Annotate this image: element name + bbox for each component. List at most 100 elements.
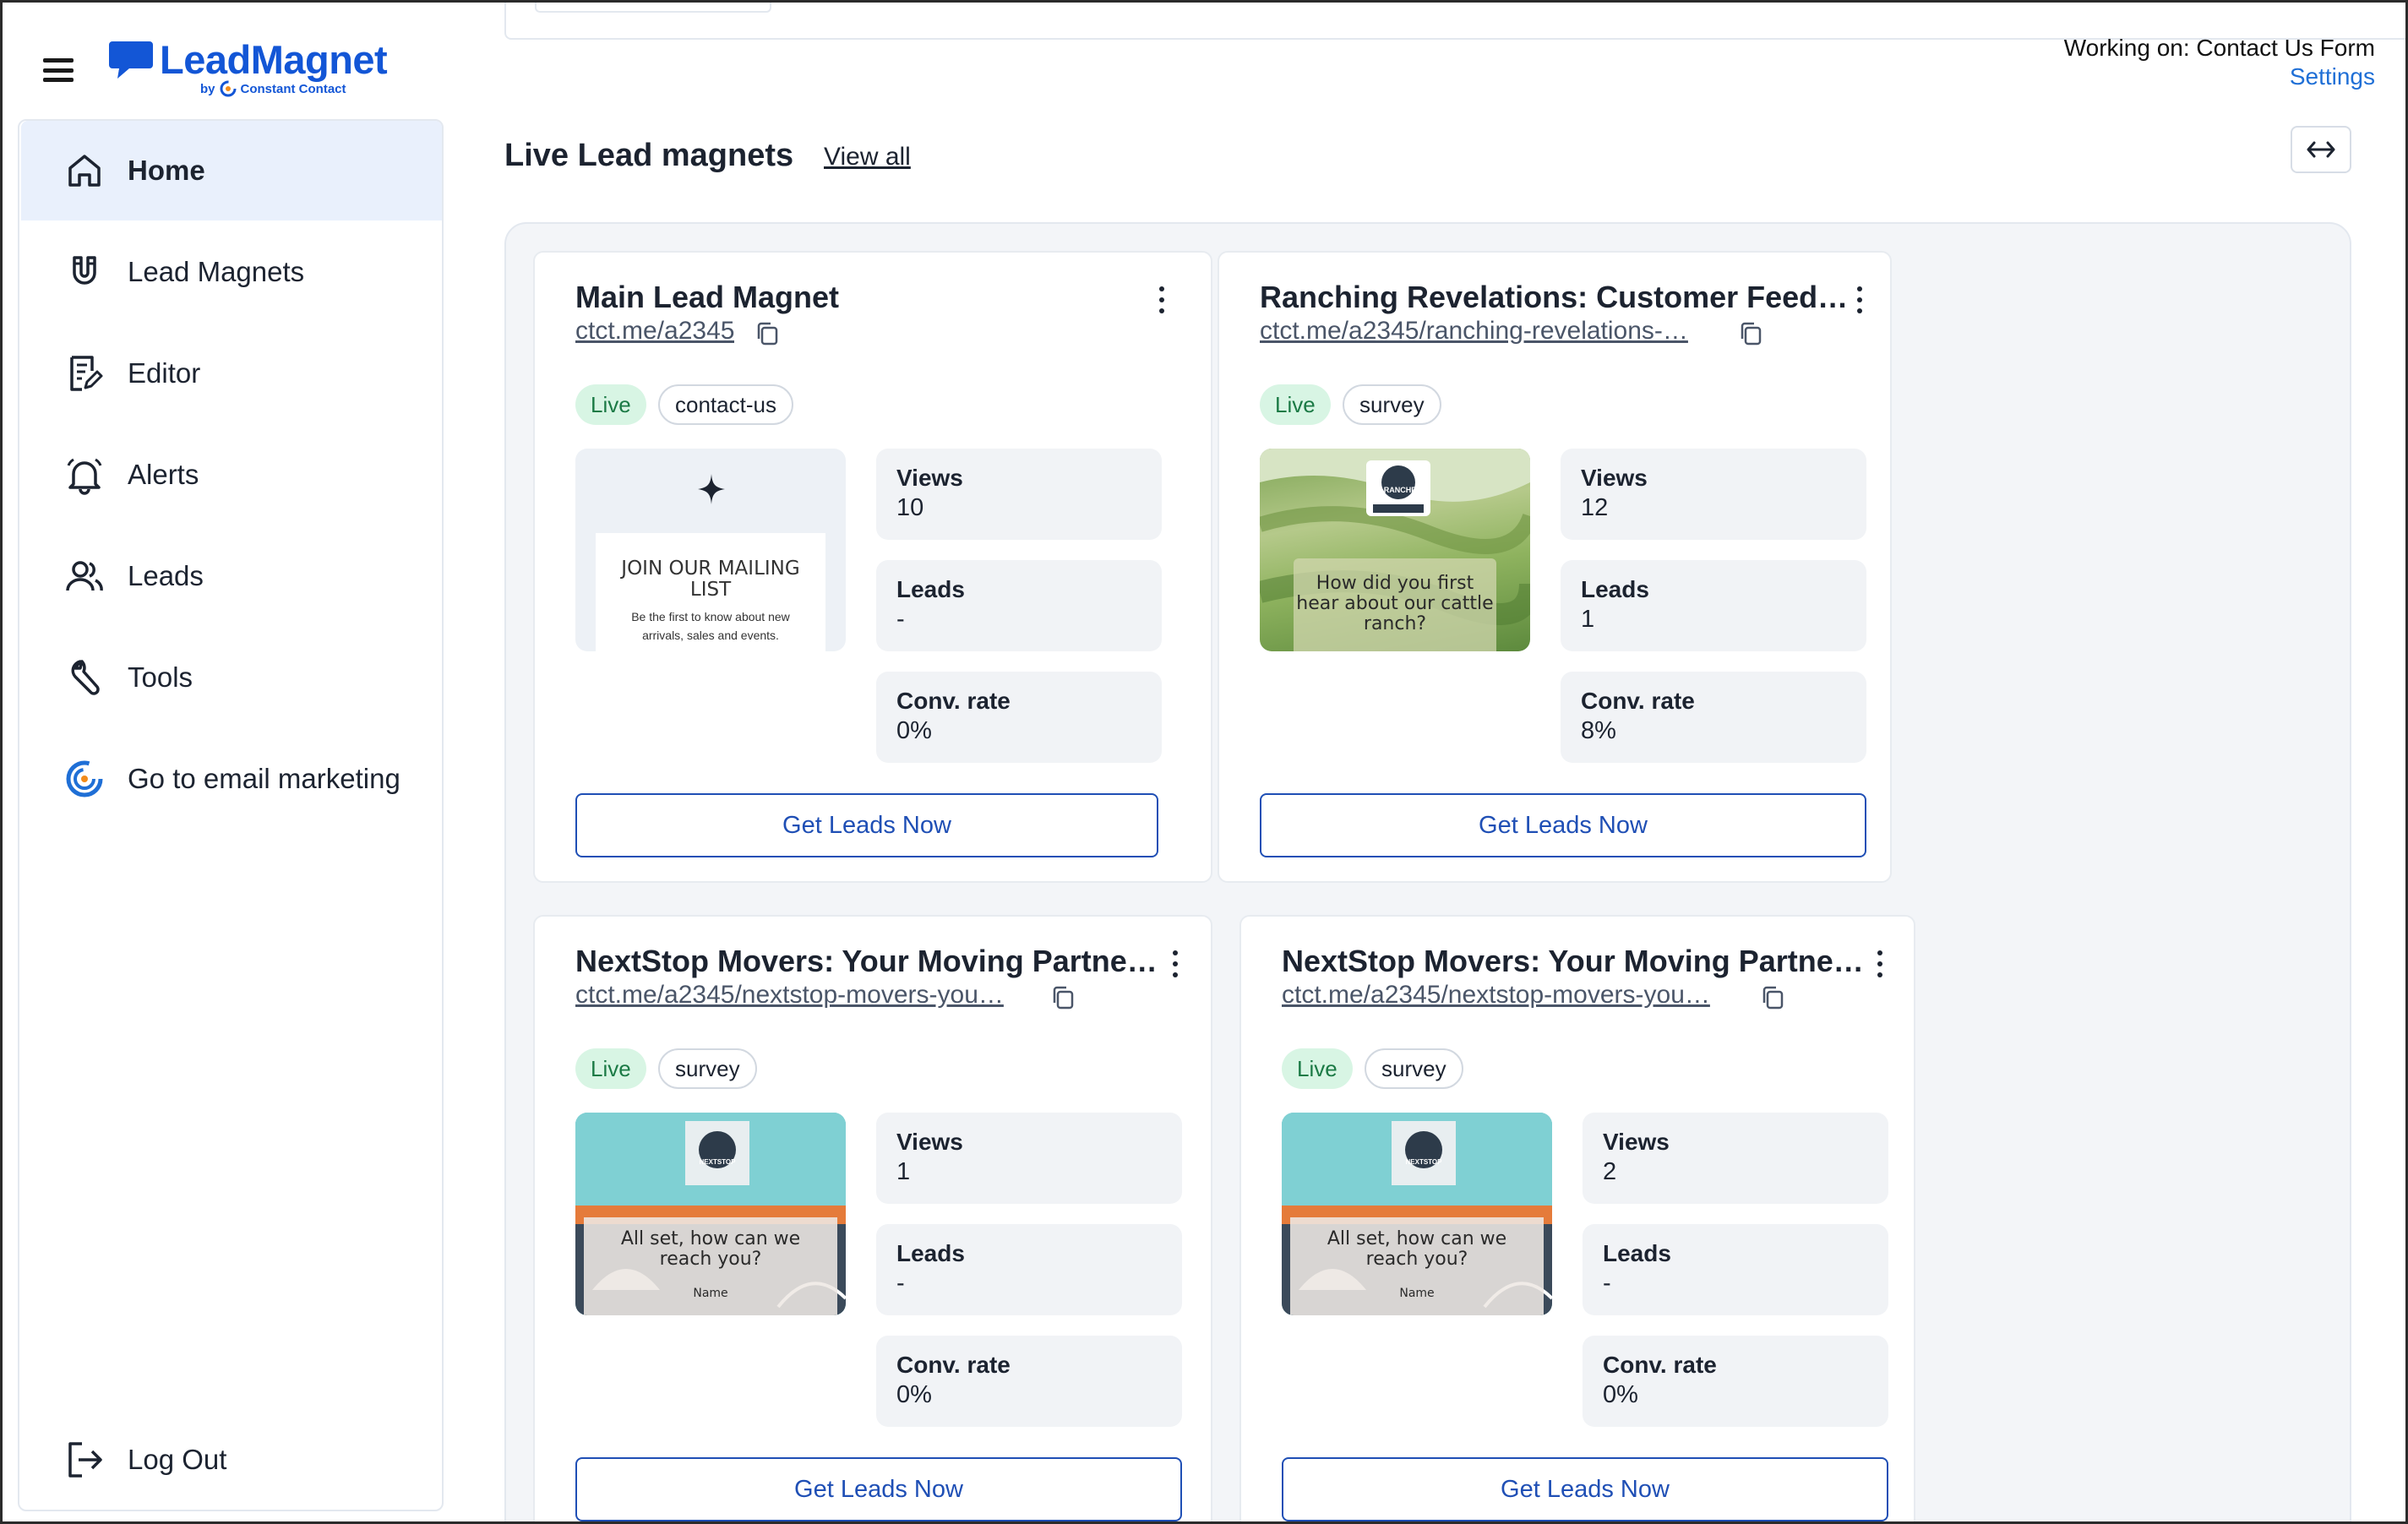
stat-label: Leads xyxy=(1603,1240,1671,1266)
users-icon xyxy=(66,561,103,591)
thumbnail-subtext: Be the first to know about new arrivals,… xyxy=(631,610,790,642)
top-tab-edge xyxy=(535,3,771,13)
sidebar-item-alerts[interactable]: Alerts xyxy=(21,425,442,525)
app-window: LeadMagnet by Constant Contact Home Lead… xyxy=(0,0,2408,1524)
sidebar-item-label: Tools xyxy=(128,661,193,693)
thumbnail-question: How did you first hear about our cattle … xyxy=(1294,558,1496,651)
views-stat: Views 12 xyxy=(1561,449,1866,540)
chat-bubble-logo-icon xyxy=(109,41,153,79)
card-title[interactable]: Main Lead Magnet xyxy=(575,280,1150,315)
conv-rate-stat: Conv. rate 0% xyxy=(1583,1336,1888,1427)
card-link[interactable]: ctct.me/a2345/ranching-revelations-… xyxy=(1260,317,1688,346)
leads-stat: Leads - xyxy=(1583,1224,1888,1315)
sidebar-item-label: Editor xyxy=(128,357,201,389)
sidebar-item-home[interactable]: Home xyxy=(21,121,442,220)
brand-partner: by Constant Contact xyxy=(200,80,346,97)
hamburger-menu-icon[interactable] xyxy=(43,58,74,82)
constant-contact-icon xyxy=(66,760,103,797)
stat-label: Conv. rate xyxy=(1581,688,1695,714)
brand-name: LeadMagnet xyxy=(160,37,388,82)
logout-label: Log Out xyxy=(128,1444,227,1475)
thumbnail-question: All set, how can we reach you? Name xyxy=(584,1217,837,1315)
status-badge: Live xyxy=(1282,1048,1353,1089)
expand-arrows-icon xyxy=(2307,141,2335,158)
lead-magnet-card: Main Lead Magnet ctct.me/a2345 Live cont… xyxy=(533,251,1212,883)
type-badge: contact-us xyxy=(658,384,793,425)
sidebar-item-label: Home xyxy=(128,155,205,186)
card-title[interactable]: Ranching Revelations: Customer Feed… xyxy=(1260,280,1851,315)
card-link[interactable]: ctct.me/a2345/nextstop-movers-you… xyxy=(1282,981,1710,1010)
conv-rate-stat: Conv. rate 0% xyxy=(876,672,1162,763)
logout-icon xyxy=(68,1442,102,1478)
sparkle-icon xyxy=(698,474,725,504)
stat-label: Views xyxy=(896,1129,963,1155)
card-thumbnail[interactable]: RANCHE How did you first hear about our … xyxy=(1260,449,1530,651)
sidebar-item-label: Lead Magnets xyxy=(128,256,305,287)
status-badge: Live xyxy=(575,384,646,425)
thumbnail-field-label: Name xyxy=(1399,1287,1435,1300)
thumbnail-field-label: Name xyxy=(693,1287,728,1300)
logout-button[interactable]: Log Out xyxy=(21,1410,442,1510)
expand-button[interactable] xyxy=(2291,126,2351,173)
thumbnail-question-text: All set, how can we reach you? xyxy=(620,1228,801,1270)
thumbnail-logo-text: RANCHE xyxy=(1383,486,1417,494)
home-icon xyxy=(68,155,101,187)
sidebar-item-label: Leads xyxy=(128,560,204,591)
page-title: Live Lead magnets xyxy=(504,138,794,173)
type-badge: survey xyxy=(658,1048,757,1089)
leads-stat: Leads 1 xyxy=(1561,560,1866,651)
thumbnail-logo-text: NEXTSTOP xyxy=(699,1158,736,1166)
get-leads-now-button[interactable]: Get Leads Now xyxy=(1282,1457,1888,1521)
conv-rate-stat: Conv. rate 0% xyxy=(876,1336,1182,1427)
sidebar-item-lead-magnets[interactable]: Lead Magnets xyxy=(21,222,442,322)
sidebar-item-leads[interactable]: Leads xyxy=(21,526,442,626)
get-leads-now-button[interactable]: Get Leads Now xyxy=(575,793,1158,857)
type-badge: survey xyxy=(1343,384,1441,425)
stat-label: Leads xyxy=(896,576,965,602)
status-badge: Live xyxy=(1260,384,1331,425)
sidebar-item-editor[interactable]: Editor xyxy=(21,324,442,423)
stat-value: - xyxy=(896,1270,905,1297)
brand-logo[interactable]: LeadMagnet by Constant Contact xyxy=(107,36,411,101)
stat-value: 12 xyxy=(1581,494,1609,521)
stat-label: Leads xyxy=(896,1240,965,1266)
sidebar-item-tools[interactable]: Tools xyxy=(21,628,442,727)
card-title[interactable]: NextStop Movers: Your Moving Partne… xyxy=(1282,944,1865,979)
working-on-label: Working on: Contact Us Form xyxy=(2063,35,2375,61)
settings-link[interactable]: Settings xyxy=(2290,63,2375,90)
stat-value: - xyxy=(896,606,905,633)
copy-icon[interactable] xyxy=(755,320,780,347)
views-stat: Views 2 xyxy=(1583,1113,1888,1204)
get-leads-now-button[interactable]: Get Leads Now xyxy=(575,1457,1182,1521)
sidebar-item-label: Go to email marketing xyxy=(128,763,400,794)
card-link[interactable]: ctct.me/a2345 xyxy=(575,317,734,346)
stat-value: 1 xyxy=(896,1158,911,1185)
magnet-icon xyxy=(73,256,96,285)
views-stat: Views 1 xyxy=(876,1113,1182,1204)
copy-icon[interactable] xyxy=(1050,984,1076,1011)
bell-icon xyxy=(67,458,102,495)
card-thumbnail[interactable]: NEXTSTOP All set, how can we reach you? … xyxy=(575,1113,846,1315)
copy-icon[interactable] xyxy=(1738,320,1763,347)
copy-icon[interactable] xyxy=(1760,984,1785,1011)
wrench-icon xyxy=(71,660,100,695)
view-all-link[interactable]: View all xyxy=(824,143,911,171)
leads-stat: Leads - xyxy=(876,1224,1182,1315)
thumbnail-form: JOIN OUR MAILING LIST Be the first to kn… xyxy=(596,533,825,651)
editor-icon xyxy=(70,356,103,391)
sidebar-item-email-marketing[interactable]: Go to email marketing xyxy=(21,729,442,829)
get-leads-now-button[interactable]: Get Leads Now xyxy=(1260,793,1866,857)
more-options-icon[interactable] xyxy=(1850,283,1870,317)
card-title[interactable]: NextStop Movers: Your Moving Partne… xyxy=(575,944,1158,979)
card-link[interactable]: ctct.me/a2345/nextstop-movers-you… xyxy=(575,981,1004,1010)
card-thumbnail[interactable]: NEXTSTOP All set, how can we reach you? … xyxy=(1282,1113,1552,1315)
stat-value: 1 xyxy=(1581,606,1595,633)
stat-label: Views xyxy=(896,465,963,491)
card-thumbnail[interactable]: JOIN OUR MAILING LIST Be the first to kn… xyxy=(575,449,846,651)
lead-magnet-card: NextStop Movers: Your Moving Partne… ctc… xyxy=(533,915,1212,1521)
more-options-icon[interactable] xyxy=(1870,947,1890,981)
more-options-icon[interactable] xyxy=(1152,283,1172,317)
constant-contact-small-icon xyxy=(220,80,237,97)
more-options-icon[interactable] xyxy=(1165,947,1185,981)
stat-label: Leads xyxy=(1581,576,1649,602)
